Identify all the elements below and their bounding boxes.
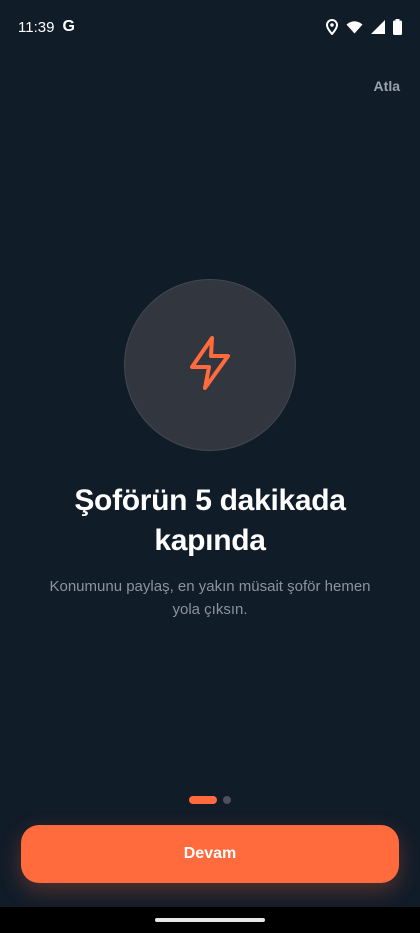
title-line-1: Şoförün 5 dakikada — [74, 484, 346, 517]
subtitle-line-1: Konumunu paylaş, en yakın müsait şoför h… — [49, 578, 371, 595]
wifi-icon — [346, 20, 363, 34]
system-nav-bar — [0, 907, 420, 933]
signal-icon — [371, 20, 385, 34]
page-indicator — [0, 796, 420, 804]
hero-circle — [124, 279, 296, 451]
lightning-bolt-icon — [186, 334, 234, 397]
page-dot[interactable] — [223, 796, 231, 804]
location-icon — [326, 19, 338, 35]
page-dot-active — [189, 796, 217, 804]
onboarding-subtitle: Konumunu paylaş, en yakın müsait şoför h… — [30, 575, 390, 621]
skip-button[interactable]: Atla — [374, 78, 400, 94]
home-indicator[interactable] — [155, 918, 265, 922]
title-line-2: kapında — [154, 524, 266, 557]
status-bar: 11:39 G — [0, 0, 420, 54]
clock: 11:39 — [18, 18, 55, 36]
continue-button[interactable]: Devam — [21, 825, 399, 883]
battery-icon — [393, 19, 402, 35]
subtitle-line-2: yola çıksın. — [172, 601, 248, 618]
google-icon: G — [62, 18, 75, 35]
status-icons — [326, 19, 402, 35]
onboarding-title: Şoförün 5 dakikada kapında — [0, 481, 420, 561]
status-left: 11:39 G — [18, 18, 75, 36]
